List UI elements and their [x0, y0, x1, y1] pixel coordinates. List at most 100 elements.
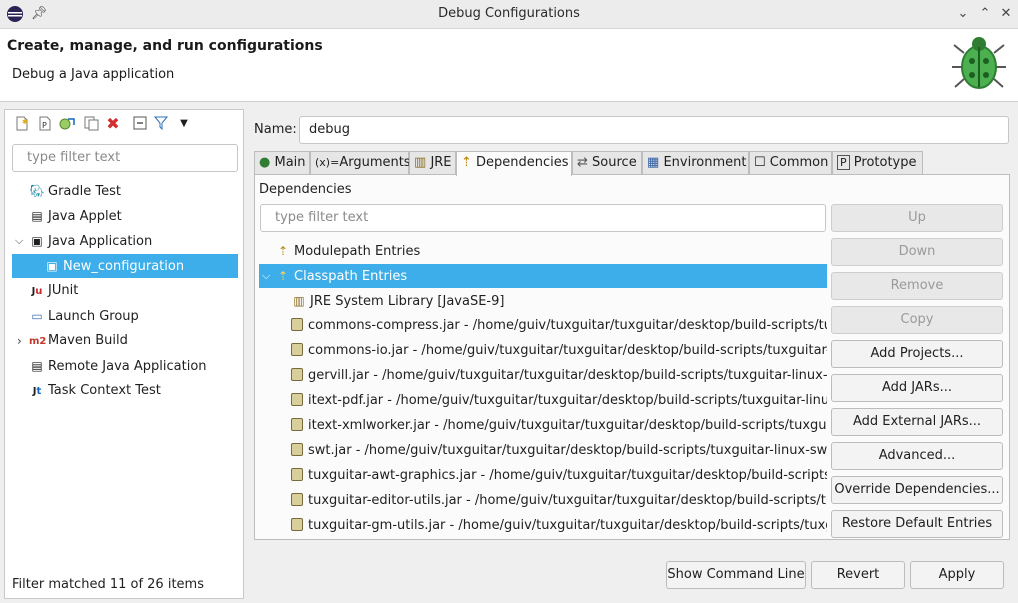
add-projects-button[interactable]: Add Projects... [831, 340, 1003, 368]
dialog-header: Create, manage, and run configurations D… [0, 29, 1018, 102]
tab-dependencies[interactable]: ⇡ Dependencies [456, 151, 572, 176]
tree-item-jar[interactable]: tuxguitar-gm-utils.jar - /home/guiv/tuxg… [291, 514, 827, 537]
tree-item-jar[interactable]: tuxguitar-editor-utils.jar - /home/guiv/… [291, 489, 827, 513]
prototype-icon: P [837, 155, 850, 170]
svg-text:P: P [42, 121, 47, 130]
dependencies-heading: Dependencies [259, 182, 352, 197]
tab-arguments[interactable]: (x)=Arguments [310, 151, 411, 175]
main-tab-icon: ● [259, 155, 271, 170]
duplicate-icon[interactable] [83, 116, 99, 132]
tab-environment[interactable]: ▦ Environment [642, 151, 749, 175]
add-jars-button[interactable]: Add JARs... [831, 374, 1003, 402]
override-dependencies-button[interactable]: Override Dependencies... [831, 476, 1003, 504]
export-icon[interactable] [59, 116, 75, 132]
remove-button[interactable]: Remove [831, 272, 1003, 300]
tree-item-remote-java-application[interactable]: ▤ Remote Java Application [29, 354, 206, 378]
copy-button[interactable]: Copy [831, 306, 1003, 334]
tree-item-new-configuration[interactable]: ▣ New_configuration [12, 254, 238, 278]
advanced-button[interactable]: Advanced... [831, 442, 1003, 470]
jar-icon [291, 443, 303, 456]
add-external-jars-button[interactable]: Add External JARs... [831, 408, 1003, 436]
tree-item-java-applet[interactable]: ▤ Java Applet [29, 204, 121, 228]
jar-icon [291, 318, 303, 331]
dependencies-icon: ⇡ [461, 155, 472, 170]
tree-item-java-application[interactable]: ▣ Java Application [29, 229, 152, 253]
tree-item-modulepath-entries[interactable]: ⇡ Modulepath Entries [275, 239, 420, 263]
expand-maven-build-icon[interactable]: › [17, 329, 22, 353]
tree-item-task-context-test[interactable]: Jt Task Context Test [29, 379, 161, 403]
delete-icon[interactable]: ✖ [105, 116, 121, 132]
filter-icon[interactable] [153, 116, 169, 132]
remote-icon: ▤ [31, 359, 43, 373]
jar-icon [291, 368, 303, 381]
dependencies-filter-input[interactable]: type filter text [260, 204, 826, 232]
jar-icon [291, 493, 303, 506]
java-app-icon: ▣ [31, 234, 43, 248]
tree-item-jar[interactable]: commons-compress.jar - /home/guiv/tuxgui… [291, 314, 827, 338]
close-icon[interactable]: ✕ [997, 5, 1015, 23]
jar-icon [291, 343, 303, 356]
tab-main[interactable]: ● Main [254, 151, 310, 175]
tab-prototype[interactable]: P Prototype [832, 151, 923, 175]
chevron-up-icon[interactable]: ⌃ [976, 5, 994, 23]
common-icon: ☐ [754, 155, 766, 170]
library-icon: ▥ [293, 294, 305, 308]
tree-item-jar[interactable]: gervill.jar - /home/guiv/tuxguitar/tuxgu… [291, 364, 827, 388]
launch-group-icon: ▭ [31, 309, 43, 323]
environment-icon: ▦ [647, 155, 660, 170]
svg-text:✱: ✱ [22, 118, 28, 126]
window-title: Debug Configurations [438, 6, 580, 21]
tree-item-jre-system-library[interactable]: ▥ JRE System Library [JavaSE-9] [291, 289, 504, 313]
apply-button[interactable]: Apply [910, 561, 1004, 589]
tree-item-gradle-test[interactable]: 🐘︎ Gradle Test [29, 179, 121, 203]
collapse-all-icon[interactable] [132, 116, 148, 132]
dropdown-icon[interactable]: ▼ [176, 116, 192, 132]
expand-java-application-icon[interactable]: ⌵ [15, 229, 23, 253]
classpath-icon: ⇡ [277, 269, 289, 283]
revert-button[interactable]: Revert [811, 561, 905, 589]
name-input[interactable]: debug [299, 116, 1009, 144]
task-icon: Jt [32, 386, 42, 397]
tab-jre[interactable]: ▥ JRE [409, 151, 456, 175]
tree-item-jar[interactable]: itext-pdf.jar - /home/guiv/tuxguitar/tux… [291, 389, 827, 413]
restore-default-entries-button[interactable]: Restore Default Entries [831, 510, 1003, 538]
tab-source[interactable]: ⇄ Source [572, 151, 642, 175]
new-prototype-icon[interactable]: P [37, 116, 53, 132]
tree-item-jar[interactable]: tuxguitar-awt-graphics.jar - /home/guiv/… [291, 464, 827, 488]
arguments-icon: (x)= [315, 156, 340, 169]
new-config-icon[interactable]: ✱ [14, 116, 30, 132]
config-list-panel: ✱ P ✖ ▼ type filter text 🐘︎ Gradle Test ▤… [4, 109, 244, 599]
source-icon: ⇄ [577, 155, 588, 170]
applet-icon: ▤ [31, 209, 43, 223]
filter-status: Filter matched 11 of 26 items [12, 577, 204, 592]
tree-item-jar[interactable]: itext-xmlworker.jar - /home/guiv/tuxguit… [291, 414, 827, 438]
name-label: Name: [254, 122, 297, 137]
dependencies-tree: ⇡ Modulepath Entries ⌵ ⇡ Classpath Entries … [259, 237, 827, 537]
gradle-icon: 🐘︎ [29, 184, 45, 198]
tree-item-classpath-entries[interactable]: ⌵ ⇡ Classpath Entries [259, 264, 827, 288]
tree-item-junit[interactable]: Ju JUnit [29, 279, 79, 303]
tab-common[interactable]: ☐ Common [749, 151, 832, 175]
title-bar: 📌︎ Debug Configurations ⌄ ⌃ ✕ [0, 0, 1018, 29]
tree-item-jar[interactable]: swt.jar - /home/guiv/tuxguitar/tuxguitar… [291, 439, 827, 463]
maven-icon: m2 [29, 336, 47, 347]
config-icon: ▣ [46, 259, 58, 273]
chevron-down-icon[interactable]: ⌄ [954, 5, 972, 23]
up-button[interactable]: Up [831, 204, 1003, 232]
bug-icon [950, 31, 1008, 97]
down-button[interactable]: Down [831, 238, 1003, 266]
jar-icon [291, 393, 303, 406]
tree-item-jar[interactable]: commons-io.jar - /home/guiv/tuxguitar/tu… [291, 339, 827, 363]
jar-icon [291, 418, 303, 431]
modulepath-icon: ⇡ [277, 244, 289, 258]
tree-item-launch-group[interactable]: ▭ Launch Group [29, 304, 138, 328]
show-command-line-button[interactable]: Show Command Line [666, 561, 806, 589]
jre-icon: ▥ [414, 155, 427, 170]
junit-icon: Ju [31, 286, 43, 297]
config-filter-input[interactable]: type filter text [12, 144, 238, 172]
dependencies-tab-body: Dependencies type filter text ⇡ Modulepat… [254, 174, 1010, 540]
expand-classpath-icon[interactable]: ⌵ [262, 264, 270, 288]
tree-item-maven-build[interactable]: m2 Maven Build [29, 329, 128, 353]
jar-icon [291, 518, 303, 531]
header-subtitle: Debug a Java application [12, 67, 175, 82]
